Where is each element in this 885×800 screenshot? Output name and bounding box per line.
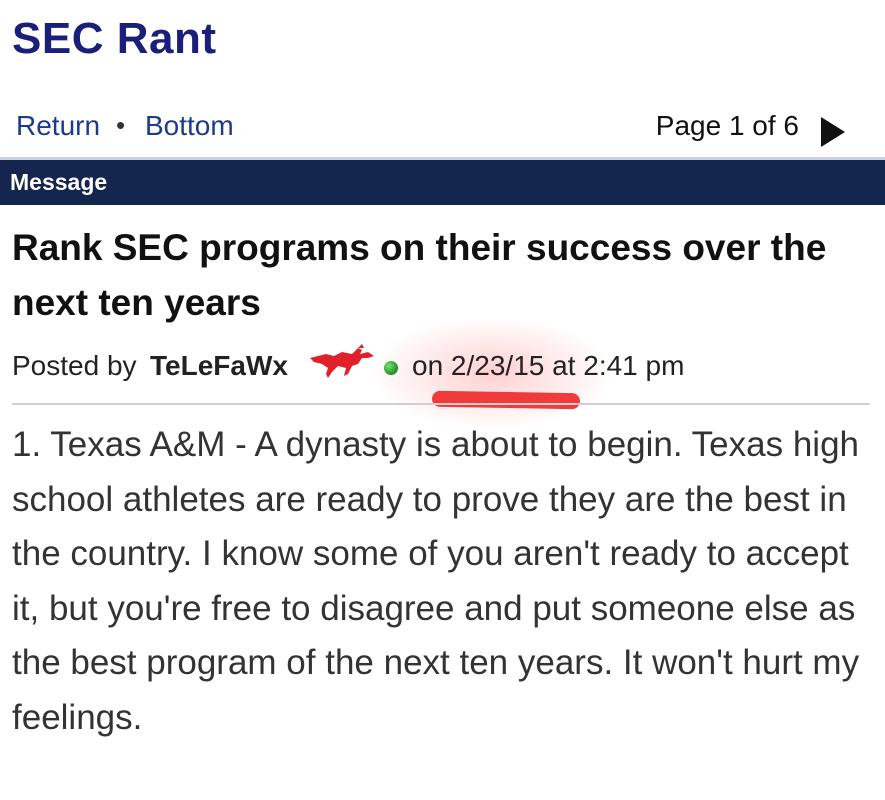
mustang-icon bbox=[310, 344, 374, 378]
return-link[interactable]: Return bbox=[16, 110, 100, 142]
thread-title: Rank SEC programs on their success over … bbox=[12, 227, 827, 323]
page-indicator: Page 1 of 6 bbox=[655, 110, 799, 141]
next-page-icon[interactable] bbox=[821, 117, 845, 147]
online-status-icon bbox=[384, 361, 398, 375]
posted-by-label: Posted by bbox=[12, 350, 137, 381]
board-title: SEC Rant bbox=[12, 14, 217, 63]
username-link[interactable]: TeLeFaWx bbox=[150, 350, 288, 382]
post-body: 1. Texas A&M - A dynasty is about to beg… bbox=[12, 425, 860, 737]
nav-separator: • bbox=[116, 110, 126, 140]
message-header-bar: Message bbox=[0, 157, 885, 205]
bottom-link[interactable]: Bottom bbox=[145, 110, 234, 142]
nav-bar: Return • Bottom Page 1 of 6 bbox=[0, 104, 885, 148]
message-header-label: Message bbox=[10, 169, 108, 195]
red-underline-annotation bbox=[431, 390, 581, 410]
post-date: on 2/23/15 at 2:41 pm bbox=[412, 350, 685, 381]
divider bbox=[12, 403, 870, 405]
post-meta: Posted by TeLeFaWx on 2/23/15 at 2:41 pm bbox=[12, 344, 882, 390]
